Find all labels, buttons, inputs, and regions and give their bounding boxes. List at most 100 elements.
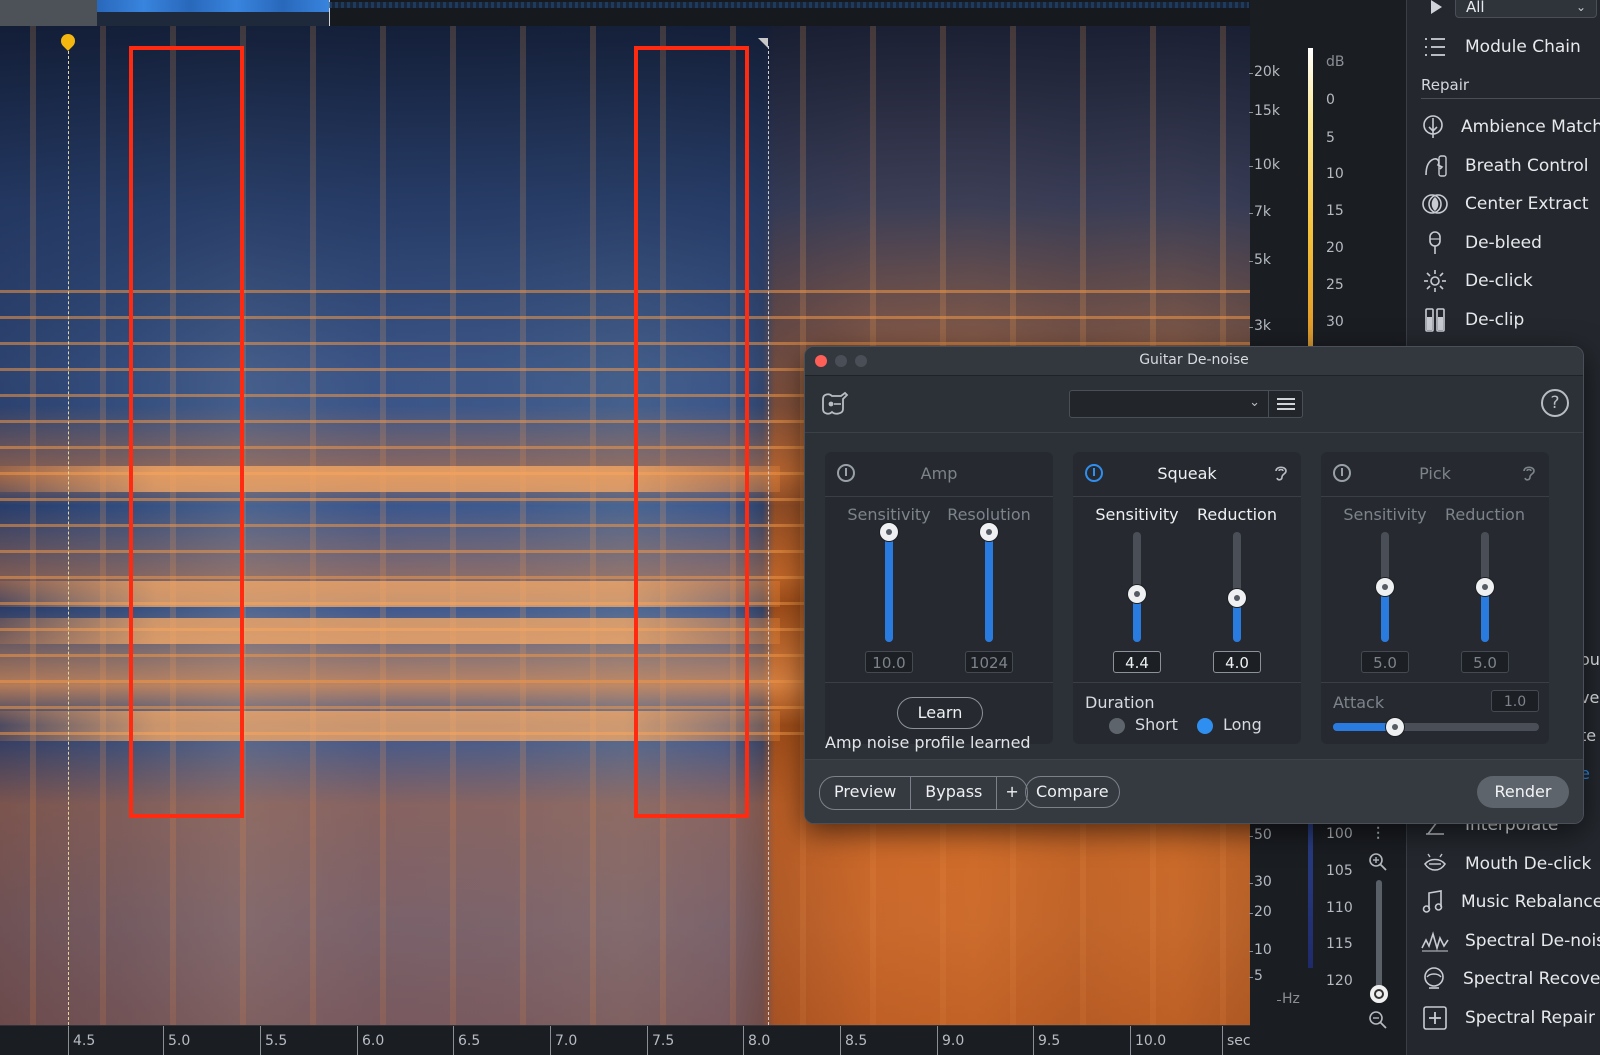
zoom-out-icon[interactable] bbox=[1368, 1010, 1388, 1030]
frequency-tick-label: 10k bbox=[1249, 157, 1280, 173]
module-item-center-extract[interactable]: Center Extract bbox=[1421, 185, 1600, 224]
bypass-button[interactable]: Bypass bbox=[911, 777, 998, 809]
module-filter-select[interactable]: All ⌄ bbox=[1455, 0, 1597, 18]
amp-title: Amp bbox=[920, 464, 958, 483]
pick-module: Pick Sensitivity Reduction 5.0 5.0 Attac… bbox=[1321, 452, 1549, 744]
amp-resolution-slider[interactable] bbox=[980, 523, 998, 642]
attack-slider[interactable] bbox=[1333, 718, 1539, 736]
duration-short-radio[interactable] bbox=[1109, 718, 1125, 734]
squeak-sensitivity-slider[interactable] bbox=[1128, 532, 1146, 642]
db-tick-label: 15 bbox=[1326, 203, 1344, 219]
squeak-reduction-label: Reduction bbox=[1197, 505, 1277, 524]
time-tick-label: 6.0 bbox=[357, 1026, 384, 1055]
module-item-label: De-bleed bbox=[1465, 232, 1542, 253]
waveform-overview[interactable] bbox=[0, 0, 1250, 26]
pick-sensitivity-slider[interactable] bbox=[1376, 532, 1394, 642]
slider-fill bbox=[885, 532, 893, 642]
module-item-music-rebalance[interactable]: Music Rebalance bbox=[1421, 883, 1600, 922]
time-tick-label: 7.0 bbox=[550, 1026, 577, 1055]
db-tick-label: 120 bbox=[1326, 973, 1353, 989]
render-button[interactable]: Render bbox=[1477, 776, 1569, 808]
music-note-icon bbox=[1421, 888, 1445, 916]
compare-button[interactable]: Compare bbox=[1025, 776, 1120, 808]
repair-module-list-lower: Interpolate Mouth De-click Music Rebalance… bbox=[1421, 806, 1600, 1037]
preview-button[interactable]: Preview bbox=[820, 777, 912, 809]
spectral-repair-icon bbox=[1421, 1004, 1449, 1032]
squeak-title: Squeak bbox=[1157, 464, 1217, 483]
module-item-breath-control[interactable]: Breath Control bbox=[1421, 147, 1600, 186]
module-item-mouth-de-click[interactable]: Mouth De-click bbox=[1421, 845, 1600, 884]
slider-fill bbox=[985, 532, 993, 642]
pick-reduction-value[interactable]: 5.0 bbox=[1461, 651, 1509, 673]
frequency-tick-label: 5 bbox=[1249, 968, 1263, 984]
db-tick-label: 20 bbox=[1326, 240, 1344, 256]
learn-button[interactable]: Learn bbox=[897, 697, 983, 729]
module-item-ambience-match[interactable]: Ambience Match bbox=[1421, 108, 1600, 147]
mic-icon bbox=[1421, 229, 1449, 257]
guitar-denoise-window: Guitar De-noise ⌄ ? Amp Sensitivity Reso… bbox=[804, 346, 1584, 824]
slider-knob[interactable] bbox=[1128, 584, 1146, 603]
module-item-spectral-recovery[interactable]: Spectral Recovery bbox=[1421, 960, 1600, 999]
slider-knob[interactable] bbox=[980, 523, 998, 541]
center-extract-icon bbox=[1421, 190, 1449, 218]
time-tick-label: 9.0 bbox=[937, 1026, 964, 1055]
squeak-module: Squeak Sensitivity Reduction 4.4 4.0 Dur… bbox=[1073, 452, 1301, 744]
module-item-de-clip[interactable]: De-clip bbox=[1421, 301, 1600, 340]
frequency-tick-label: Hz bbox=[1277, 991, 1300, 1007]
db-tick-label: 105 bbox=[1326, 863, 1353, 879]
plugin-titlebar[interactable]: Guitar De-noise bbox=[805, 347, 1583, 376]
slider-knob[interactable] bbox=[1376, 578, 1394, 596]
db-tick-label: 0 bbox=[1326, 92, 1335, 108]
pick-sensitivity-value[interactable]: 5.0 bbox=[1361, 651, 1409, 673]
overview-selection bbox=[0, 0, 97, 26]
zoom-slider-track[interactable] bbox=[1376, 880, 1382, 1000]
help-icon[interactable]: ? bbox=[1541, 389, 1569, 417]
preset-menu-button[interactable] bbox=[1269, 390, 1303, 418]
amp-sensitivity-slider[interactable] bbox=[880, 523, 898, 642]
module-item-label: Center Extract bbox=[1465, 194, 1589, 215]
overview-visible-region[interactable] bbox=[97, 0, 330, 26]
time-tick-label: 9.5 bbox=[1033, 1026, 1060, 1055]
spectral-recovery-icon bbox=[1421, 965, 1447, 993]
module-item-label: Ambience Match bbox=[1461, 117, 1600, 138]
add-compare-button[interactable]: + bbox=[997, 777, 1026, 809]
amp-sensitivity-value[interactable]: 10.0 bbox=[865, 651, 913, 673]
db-tick-label: 115 bbox=[1326, 936, 1353, 952]
breath-icon bbox=[1421, 152, 1449, 180]
cursor-marker-icon[interactable] bbox=[758, 38, 768, 48]
ear-icon[interactable] bbox=[1521, 464, 1537, 482]
squeak-reduction-slider[interactable] bbox=[1228, 532, 1246, 642]
module-chain-label: Module Chain bbox=[1465, 37, 1581, 57]
frequency-tick-label: 20 bbox=[1249, 904, 1272, 920]
ear-icon[interactable] bbox=[1273, 464, 1289, 482]
attack-value[interactable]: 1.0 bbox=[1491, 690, 1539, 712]
zoom-slider-knob[interactable] bbox=[1370, 985, 1388, 1003]
module-item-de-click[interactable]: De-click bbox=[1421, 262, 1600, 301]
pick-reduction-slider[interactable] bbox=[1476, 532, 1494, 642]
status-message: Amp noise profile learned bbox=[825, 733, 1031, 752]
play-icon[interactable] bbox=[1431, 0, 1442, 14]
module-chain-button[interactable]: Module Chain bbox=[1421, 32, 1600, 62]
preset-select[interactable]: ⌄ bbox=[1069, 390, 1269, 418]
time-axis: 4.5 5.0 5.5 6.0 6.5 7.0 7.5 8.0 8.5 9.0 9.5 10.0 sec bbox=[0, 1025, 1251, 1055]
repair-module-list: Ambience Match Breath Control Center Extra… bbox=[1421, 108, 1600, 339]
squeak-reduction-value[interactable]: 4.0 bbox=[1213, 651, 1261, 673]
slider-knob[interactable] bbox=[880, 523, 898, 541]
slider-knob[interactable] bbox=[1228, 589, 1246, 607]
zoom-in-icon[interactable] bbox=[1368, 852, 1388, 872]
module-item-de-bleed[interactable]: De-bleed bbox=[1421, 224, 1600, 263]
highlight-box bbox=[129, 46, 244, 818]
time-tick-label: 10.0 bbox=[1130, 1026, 1166, 1055]
playhead-line bbox=[68, 46, 69, 1025]
squeak-sensitivity-value[interactable]: 4.4 bbox=[1113, 651, 1161, 673]
slider-knob[interactable] bbox=[1476, 578, 1494, 596]
time-tick-label: sec bbox=[1222, 1026, 1251, 1055]
duration-long-radio[interactable] bbox=[1197, 718, 1213, 734]
module-item-spectral-de-noise[interactable]: Spectral De-noise bbox=[1421, 922, 1600, 961]
duration-long-label: Long bbox=[1223, 715, 1262, 734]
slider-knob[interactable] bbox=[1385, 718, 1404, 736]
module-item-spectral-repair[interactable]: Spectral Repair bbox=[1421, 999, 1600, 1038]
time-tick-label: 8.0 bbox=[743, 1026, 770, 1055]
module-filter-value: All bbox=[1466, 0, 1485, 16]
amp-resolution-value[interactable]: 1024 bbox=[965, 651, 1013, 673]
